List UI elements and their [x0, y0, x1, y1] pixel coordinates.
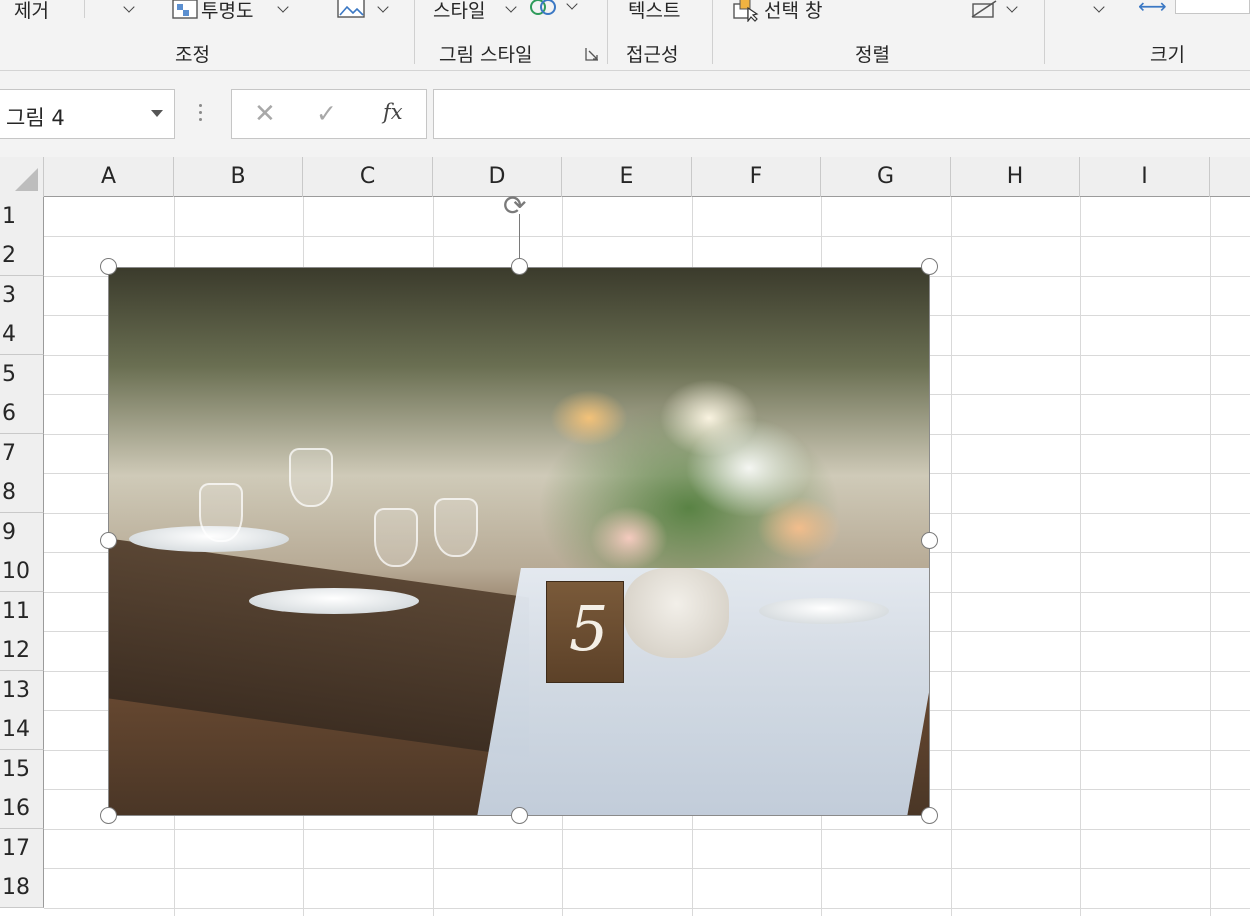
picture-glass [289, 448, 333, 507]
row-header-12[interactable]: 12 [0, 631, 44, 671]
alt-text-button[interactable]: 텍스트 [628, 0, 680, 23]
resize-handle-bottom-left[interactable] [100, 807, 117, 824]
dialog-launcher-icon[interactable] [585, 47, 599, 61]
column-header-g[interactable]: G [821, 157, 951, 197]
row-header-7[interactable]: 7 [0, 434, 44, 474]
column-header-b[interactable]: B [174, 157, 303, 197]
group-label-picture-styles: 그림 스타일 [439, 44, 533, 66]
chevron-down-icon[interactable] [1006, 1, 1018, 13]
width-arrows-icon: ⟷ [1138, 0, 1167, 18]
grid-line [1080, 197, 1081, 916]
enter-check-icon[interactable]: ✓ [316, 99, 337, 128]
picture-styles-button[interactable]: 스타일 [433, 0, 485, 23]
row-header-1[interactable]: 1 [0, 197, 44, 237]
column-header-d[interactable]: D [433, 157, 562, 197]
cancel-icon[interactable]: ✕ [254, 99, 276, 129]
chevron-down-icon[interactable] [123, 1, 135, 13]
rotate-handle-icon[interactable]: ⟳ [503, 192, 526, 220]
row-header-6[interactable]: 6 [0, 394, 44, 434]
row-header-16[interactable]: 16 [0, 789, 44, 829]
rotate-objects-icon[interactable] [969, 0, 1001, 20]
ribbon: 제거 투명도 스타일 텍스트 선택 창 ⟷ 조정 그림 스타일 접근성 정렬 크… [0, 0, 1250, 71]
row-header-13[interactable]: 13 [0, 671, 44, 711]
resize-handle-right[interactable] [921, 532, 938, 549]
column-header-i[interactable]: I [1080, 157, 1210, 197]
grid-line [44, 908, 1250, 909]
formula-buttons: ✕ ✓ fx [231, 89, 427, 139]
resize-handle-top[interactable] [511, 258, 528, 275]
shape-width-input[interactable] [1175, 0, 1250, 14]
ribbon-separator [712, 0, 713, 64]
transparency-button[interactable]: 투명도 [201, 0, 253, 23]
ribbon-separator [84, 0, 85, 18]
resize-handle-left[interactable] [100, 532, 117, 549]
recolor-icon[interactable] [527, 0, 561, 20]
column-header-f[interactable]: F [692, 157, 821, 197]
column-header-h[interactable]: H [951, 157, 1080, 197]
group-label-adjust: 조정 [175, 44, 210, 66]
picture-vase [624, 568, 729, 658]
ribbon-separator [607, 0, 608, 64]
insert-function-icon[interactable]: fx [383, 100, 403, 124]
row-header-11[interactable]: 11 [0, 592, 44, 632]
picture-glass [434, 498, 478, 557]
row-header-15[interactable]: 15 [0, 750, 44, 790]
resize-handle-bottom-right[interactable] [921, 807, 938, 824]
picture-table-sign: 5 [546, 581, 624, 683]
resize-handle-top-left[interactable] [100, 258, 117, 275]
column-header-c[interactable]: C [303, 157, 433, 197]
formula-bar-splitter-icon[interactable] [199, 104, 203, 125]
group-label-arrange: 정렬 [855, 44, 890, 66]
selection-pane-button[interactable]: 선택 창 [764, 0, 822, 23]
picture-icon[interactable] [336, 0, 370, 20]
chevron-down-icon[interactable] [1093, 1, 1105, 13]
picture-table-region [109, 538, 529, 758]
chevron-down-icon[interactable] [277, 1, 289, 13]
row-header-2[interactable]: 2 [0, 236, 44, 276]
grid-line [44, 868, 1250, 869]
grid-line [951, 197, 952, 916]
ribbon-separator [414, 0, 415, 64]
picture-table-number: 5 [569, 592, 609, 665]
row-header-17[interactable]: 17 [0, 829, 44, 869]
grid-line [1210, 197, 1211, 916]
chevron-down-icon[interactable] [566, 0, 578, 10]
picture-glass [374, 508, 418, 567]
name-box[interactable]: 그림 4 [0, 89, 175, 139]
row-header-4[interactable]: 4 [0, 315, 44, 355]
row-header-3[interactable]: 3 [0, 276, 44, 316]
row-header-8[interactable]: 8 [0, 473, 44, 513]
row-header-9[interactable]: 9 [0, 513, 44, 553]
column-header-a[interactable]: A [44, 157, 174, 197]
group-label-accessibility: 접근성 [626, 44, 679, 66]
row-header-14[interactable]: 14 [0, 710, 44, 750]
transparency-icon[interactable] [171, 0, 201, 20]
row-header-18[interactable]: 18 [0, 868, 44, 908]
inserted-picture[interactable]: 5 [108, 267, 930, 816]
picture-plate [759, 598, 889, 624]
selection-pane-icon[interactable] [732, 0, 762, 22]
formula-input[interactable] [433, 89, 1250, 139]
chevron-down-icon[interactable] [377, 1, 389, 13]
row-header-10[interactable]: 10 [0, 552, 44, 592]
row-header-5[interactable]: 5 [0, 355, 44, 395]
select-all-triangle-icon [15, 168, 38, 191]
grid-line [44, 829, 1250, 830]
column-header-partial[interactable] [1210, 157, 1250, 197]
ribbon-separator [1044, 0, 1045, 64]
remove-background-button[interactable]: 제거 [14, 0, 49, 23]
resize-handle-bottom[interactable] [511, 807, 528, 824]
picture-plate [249, 588, 419, 614]
name-box-value: 그림 4 [6, 106, 65, 130]
picture-glass [199, 483, 243, 542]
column-header-e[interactable]: E [562, 157, 692, 197]
name-box-dropdown-icon[interactable] [151, 110, 163, 117]
group-label-size: 크기 [1150, 44, 1185, 66]
grid-line [44, 236, 1250, 237]
chevron-down-icon[interactable] [505, 1, 517, 13]
resize-handle-top-right[interactable] [921, 258, 938, 275]
